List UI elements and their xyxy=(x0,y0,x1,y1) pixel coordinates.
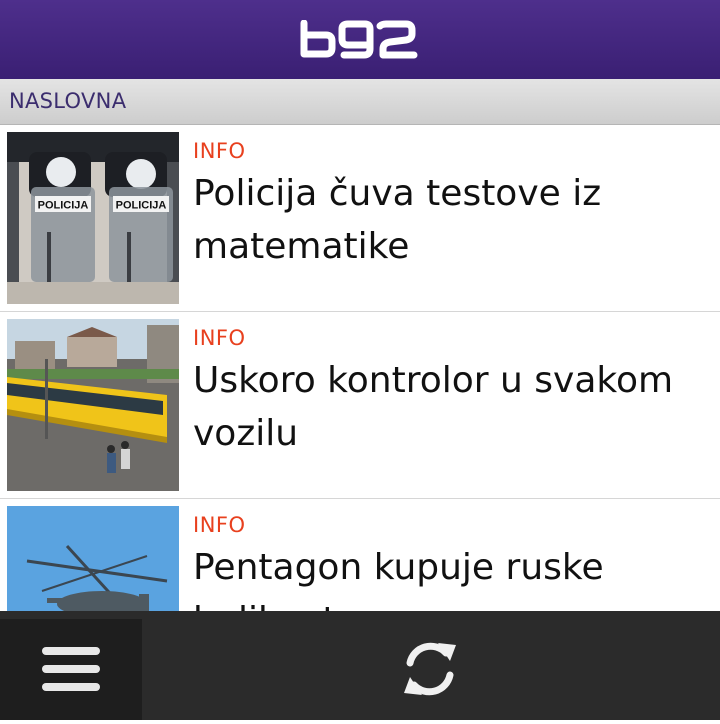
bottom-toolbar xyxy=(0,611,720,720)
riot-police-photo: POLICIJA POLICIJA xyxy=(7,132,179,304)
menu-button[interactable] xyxy=(0,619,142,720)
refresh-icon xyxy=(404,642,456,696)
article-title[interactable]: Uskoro kontrolor u svakom vozilu xyxy=(193,354,703,460)
article-category: INFO xyxy=(193,326,246,350)
yellow-bus-photo xyxy=(7,319,179,491)
shield-label: POLICIJA xyxy=(38,200,89,212)
helicopter-photo xyxy=(7,506,179,611)
article-category: INFO xyxy=(193,513,246,537)
b92-logo xyxy=(300,19,418,58)
article-title[interactable]: Pentagon kupuje ruske helikoptere xyxy=(193,541,703,611)
refresh-button[interactable] xyxy=(380,631,480,707)
article-category: INFO xyxy=(193,139,246,163)
app-header xyxy=(0,0,720,79)
section-bar: NASLOVNA xyxy=(0,79,720,125)
shield-label: POLICIJA xyxy=(116,200,167,212)
article-title[interactable]: Policija čuva testove iz matematike xyxy=(193,167,703,273)
article-feed[interactable]: POLICIJA POLICIJA INFO Policija čuva tes… xyxy=(0,125,720,611)
article-item[interactable]: POLICIJA POLICIJA INFO Policija čuva tes… xyxy=(0,125,720,312)
hamburger-menu-icon xyxy=(42,647,100,691)
article-item[interactable]: INFO Uskoro kontrolor u svakom vozilu xyxy=(0,312,720,499)
article-item[interactable]: INFO Pentagon kupuje ruske helikoptere xyxy=(0,499,720,611)
section-title: NASLOVNA xyxy=(9,89,127,113)
